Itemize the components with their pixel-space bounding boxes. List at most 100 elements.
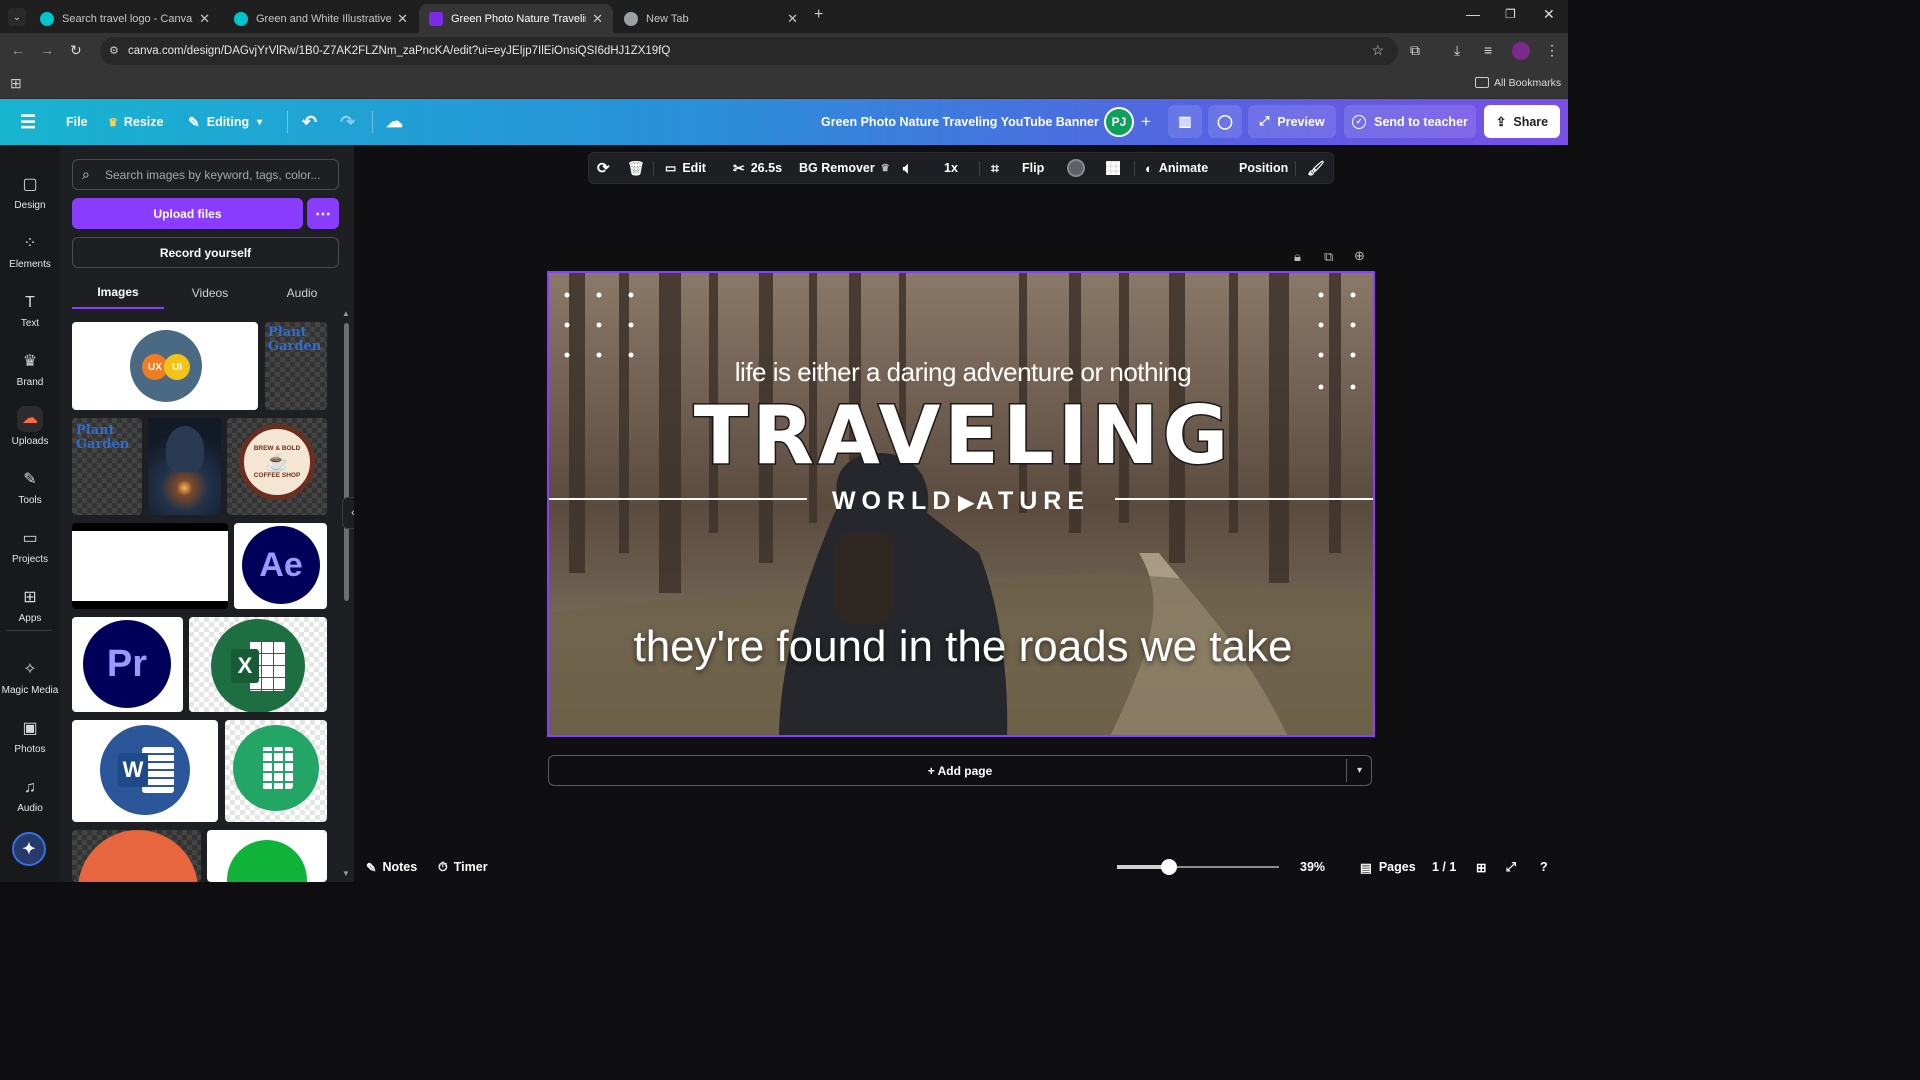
image-thumb-word-icon[interactable]: W — [72, 720, 218, 822]
add-collaborator-plus-icon[interactable]: + — [1134, 107, 1158, 137]
trim-duration-button[interactable]: ✂ 26.5s — [733, 153, 782, 183]
close-tab-icon[interactable]: ✕ — [592, 11, 603, 27]
downloads-icon[interactable]: ⤓ — [1454, 42, 1460, 59]
tab-images[interactable]: Images — [72, 277, 164, 309]
browser-tab-green-photo-active[interactable]: Green Photo Nature Traveling Y ✕ — [419, 4, 613, 33]
close-window-icon[interactable]: ✕ — [1543, 6, 1555, 23]
animate-button[interactable]: ◐ Animate — [1145, 153, 1208, 183]
share-button[interactable]: ⇪ Share — [1484, 105, 1560, 138]
image-thumb-black-frame[interactable] — [72, 523, 228, 609]
tab-audio[interactable]: Audio — [256, 277, 348, 309]
add-page-button[interactable]: + Add page — [548, 755, 1372, 786]
image-thumb-uxui-logo[interactable]: UX UI — [72, 322, 258, 410]
fullscreen-icon[interactable]: ⤢ — [1506, 852, 1516, 882]
design-caption[interactable]: they're found in the roads we take — [629, 625, 1297, 669]
timer-button[interactable]: ⏱︎ Timer — [438, 852, 488, 882]
comments-icon[interactable]: ◯ — [1208, 105, 1242, 138]
image-thumb-excel-icon[interactable]: X — [189, 617, 327, 712]
profile-avatar[interactable] — [1512, 42, 1530, 60]
add-page-above-icon[interactable]: ⊕ — [1354, 248, 1365, 264]
position-button[interactable]: Position — [1239, 153, 1288, 183]
notes-button[interactable]: ✎ Notes — [366, 852, 417, 882]
url-bar[interactable]: ⚙ canva.com/design/DAGvjYrVlRw/1B0-Z7AK2… — [100, 37, 1398, 65]
browser-tab-green-white[interactable]: Green and White Illustrative Tra ✕ — [224, 4, 418, 33]
crop-icon[interactable]: ⌗ — [991, 153, 999, 183]
upload-files-button[interactable]: Upload files — [72, 198, 303, 229]
image-thumb-powerpoint-icon[interactable] — [72, 830, 201, 882]
collaborator-avatar[interactable]: PJ — [1104, 107, 1134, 137]
volume-icon[interactable]: 🔈︎ — [903, 153, 912, 183]
browser-tab-search-travel-logo[interactable]: Search travel logo - Canva ✕ — [30, 4, 220, 33]
image-thumb-hooded-wizard[interactable] — [148, 418, 221, 515]
pages-button[interactable]: ▤ Pages — [1360, 852, 1416, 882]
rail-item-projects[interactable]: ▭ Projects — [0, 509, 60, 565]
image-thumb-premiere-icon[interactable]: Pr — [72, 617, 183, 712]
design-headline[interactable]: TRAVELING — [549, 388, 1373, 484]
back-icon[interactable]: ← — [11, 42, 25, 58]
new-tab-plus-icon[interactable]: + — [814, 6, 823, 24]
apps-grid-icon[interactable]: ⊞ — [10, 75, 22, 92]
replace-refresh-icon[interactable]: ⟳ — [597, 153, 610, 183]
playback-speed-button[interactable]: 1x — [944, 153, 958, 183]
more-options-icon[interactable]: ⋯ — [307, 198, 339, 229]
rail-item-text[interactable]: T Text — [0, 273, 60, 329]
transparency-icon[interactable] — [1106, 161, 1120, 175]
rail-item-magic-media[interactable]: ✧ Magic Media — [0, 640, 60, 696]
rail-item-elements[interactable]: ⁘ Elements — [0, 214, 60, 270]
video-play-icon[interactable]: ▶ — [958, 492, 973, 514]
rail-item-tools[interactable]: ✎ Tools — [0, 450, 60, 506]
rail-item-audio[interactable]: ♫ Audio — [0, 758, 60, 814]
resize-button[interactable]: ♛ Resize — [108, 99, 163, 145]
bg-remover-button[interactable]: BG Remover ♛ — [799, 153, 890, 183]
zoom-slider-handle[interactable] — [1161, 859, 1178, 875]
delete-trash-icon[interactable]: 🗑 — [627, 153, 645, 183]
image-thumb-sheets-icon[interactable] — [225, 720, 327, 822]
site-info-icon[interactable]: ⚙ — [109, 44, 119, 57]
insights-chart-icon[interactable]: ▥ — [1168, 105, 1202, 138]
scroll-up-icon[interactable]: ▲ — [342, 309, 350, 318]
image-thumb-plant-garden-1[interactable]: Plant Garden — [265, 322, 327, 410]
image-thumb-after-effects-icon[interactable]: Ae — [234, 523, 327, 609]
document-title[interactable]: Green Photo Nature Traveling YouTube Ban… — [821, 99, 1099, 145]
paint-format-icon[interactable]: 🖌︎ — [1307, 153, 1325, 183]
design-page-video[interactable]: life is either a daring adventure or not… — [547, 271, 1375, 737]
grid-view-icon[interactable]: ⊞ — [1476, 852, 1486, 882]
forward-icon[interactable]: → — [40, 42, 54, 58]
help-icon[interactable]: ? — [1540, 852, 1548, 882]
bookmark-star-icon[interactable]: ☆ — [1371, 42, 1384, 59]
all-bookmarks-link[interactable]: All Bookmarks — [1494, 77, 1561, 89]
tab-videos[interactable]: Videos — [164, 277, 256, 309]
cloud-saved-icon[interactable]: ☁ — [386, 99, 403, 145]
rail-item-uploads[interactable]: ☁ Uploads — [0, 391, 60, 447]
browser-menu-icon[interactable]: ⋮ — [1545, 42, 1559, 59]
color-swatch[interactable] — [1067, 159, 1085, 177]
extensions-icon[interactable]: ⧉ — [1410, 42, 1420, 59]
restore-window-icon[interactable]: ❐ — [1505, 7, 1516, 21]
zoom-level-readout[interactable]: 39% — [1300, 852, 1325, 882]
main-menu-icon[interactable]: ☰ — [20, 99, 36, 145]
rail-item-brand[interactable]: ♛ Brand — [0, 332, 60, 388]
rail-item-photos[interactable]: ▣ Photos — [0, 699, 60, 755]
close-tab-icon[interactable]: ✕ — [787, 11, 798, 27]
rail-item-design[interactable]: ▢ Design — [0, 155, 60, 211]
record-yourself-button[interactable]: Record yourself — [72, 237, 339, 268]
duplicate-page-icon[interactable]: ⧉ — [1324, 249, 1333, 265]
search-input[interactable]: ⌕ Search images by keyword, tags, color.… — [72, 159, 339, 190]
preview-button[interactable]: ⤢ Preview — [1248, 105, 1336, 138]
rail-item-apps[interactable]: ⊞ Apps — [0, 568, 60, 624]
close-tab-icon[interactable]: ✕ — [397, 11, 408, 27]
add-page-chevron-icon[interactable]: ▾ — [1346, 759, 1372, 782]
design-tagline[interactable]: life is either a daring adventure or not… — [549, 357, 1373, 388]
minimize-window-icon[interactable]: — — [1466, 6, 1480, 22]
edit-button[interactable]: ▭ Edit — [665, 153, 706, 183]
reload-icon[interactable]: ↻ — [70, 42, 82, 59]
lock-icon[interactable]: 🔒︎ — [1294, 249, 1301, 265]
flip-button[interactable]: Flip — [1022, 153, 1044, 183]
browser-tab-new-tab[interactable]: New Tab ✕ — [614, 4, 808, 33]
send-to-teacher-button[interactable]: ✓ Send to teacher — [1344, 105, 1476, 138]
scroll-down-icon[interactable]: ▼ — [342, 869, 350, 878]
file-menu-button[interactable]: File — [66, 99, 88, 145]
media-controls-icon[interactable]: ≡ — [1484, 42, 1492, 58]
editing-mode-button[interactable]: ✎ Editing ▾ — [188, 99, 262, 145]
close-tab-icon[interactable]: ✕ — [199, 11, 210, 27]
